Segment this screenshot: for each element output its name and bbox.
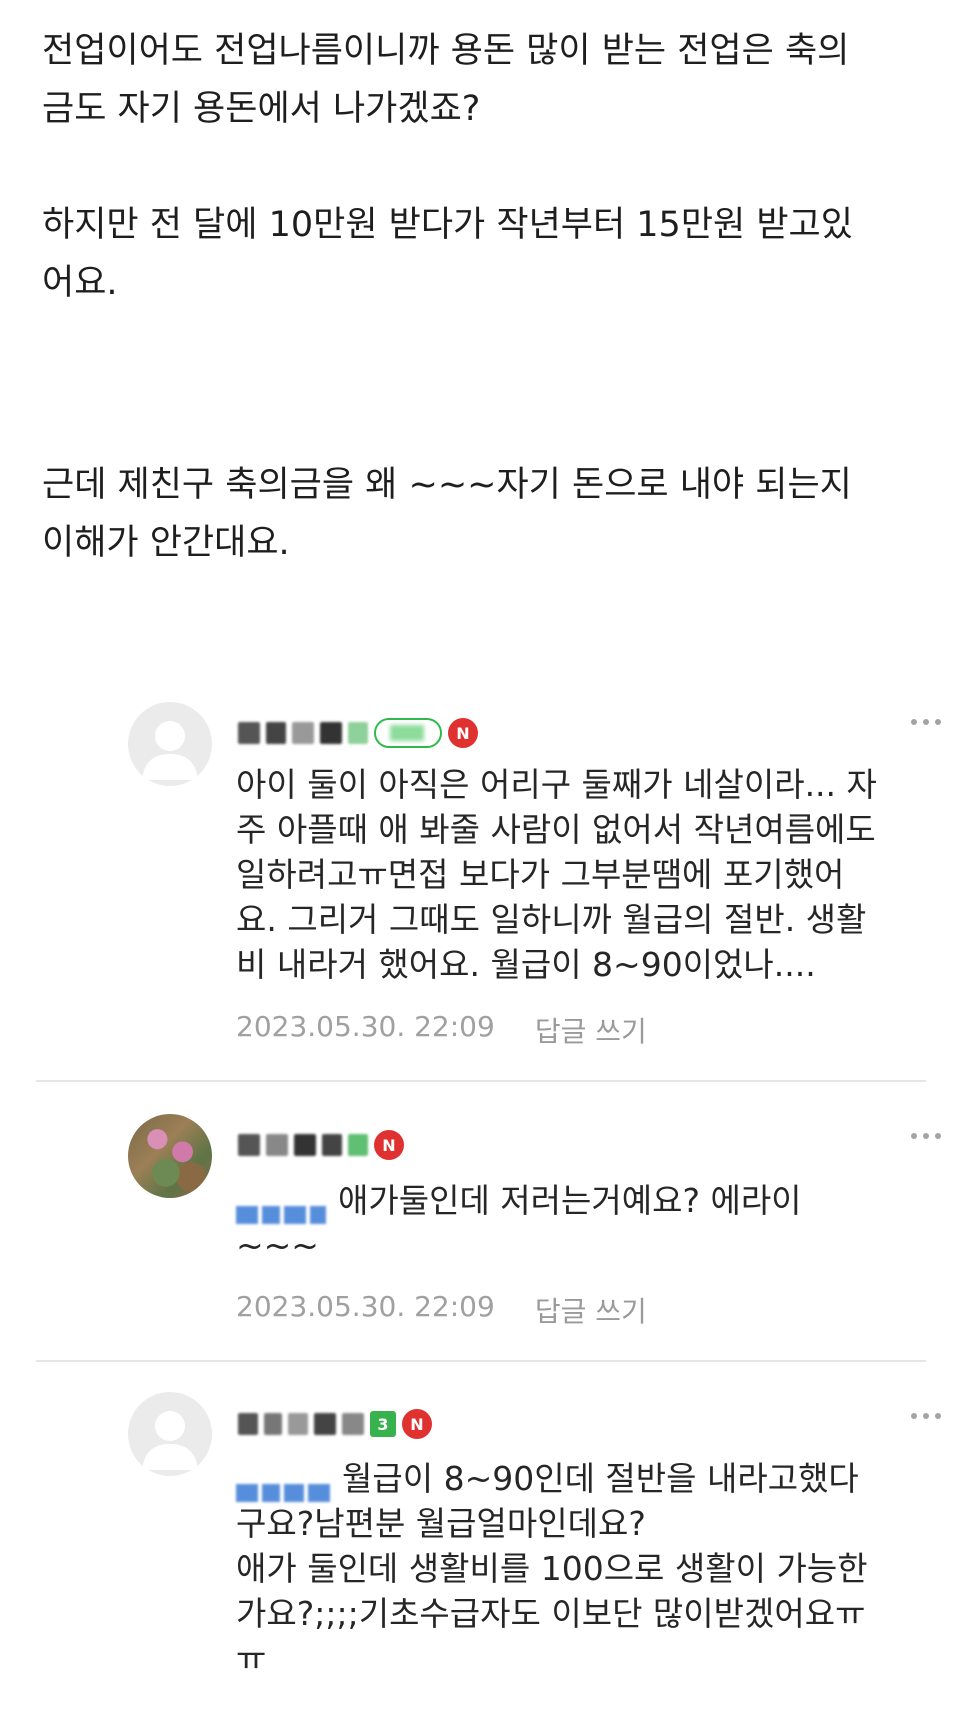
comment-line: 요. 그리거 그때도 일하니까 월급의 절반. 생활	[236, 900, 867, 939]
mention-tag[interactable]	[236, 1469, 334, 1502]
comment-line: 가요?;;;;기초수급자도 이보단 많이받겠어요ㅠ	[236, 1594, 866, 1633]
comment-timestamp: 2023.05.30. 22:09	[236, 1010, 495, 1043]
post-line: 근데 제친구 축의금을 왜 ~~~자기 돈으로 내야 되는지	[42, 465, 852, 505]
author-nickname[interactable]: N	[238, 1125, 404, 1165]
post-line: 금도 자기 용돈에서 나가겠죠?	[42, 89, 481, 129]
new-badge-icon: N	[402, 1409, 432, 1439]
comment-content: 애가둘인데 저러는거예요? 에라이 ~~~	[236, 1178, 802, 1268]
avatar[interactable]	[128, 1114, 212, 1198]
author-nickname[interactable]: 3 N	[238, 1404, 432, 1444]
comment-line: ~~~	[236, 1226, 319, 1265]
comment-content: 아이 둘이 아직은 어리구 둘째가 네살이라... 자 주 아플때 애 봐줄 사…	[236, 762, 877, 987]
comment-divider	[36, 1360, 926, 1362]
member-level-badge: 3	[370, 1411, 396, 1437]
default-avatar-icon[interactable]	[128, 702, 212, 786]
comment-line: 아이 둘이 아직은 어리구 둘째가 네살이라... 자	[236, 765, 877, 804]
comment-content: 월급이 8~90인데 절반을 내라고했다 구요?남편분 월급얼마인데요? 애가 …	[236, 1456, 868, 1681]
author-nickname[interactable]: N	[238, 713, 478, 753]
more-options-icon[interactable]	[906, 712, 946, 732]
more-options-icon[interactable]	[906, 1406, 946, 1426]
comment-line: 일하려고ㅠ면접 보다가 그부분땜에 포기했어	[236, 855, 845, 894]
comment-line: 월급이 8~90인데 절반을 내라고했다	[236, 1456, 868, 1502]
post-line: 이해가 안간대요.	[42, 523, 290, 563]
comment-line: 비 내라거 했어요. 월급이 8~90이었나....	[236, 945, 816, 984]
post-body: 전업이어도 전업나름이니까 용돈 많이 받는 전업은 축의 금도 자기 용돈에서…	[42, 22, 942, 572]
mention-tag[interactable]	[236, 1191, 330, 1224]
post-line: 하지만 전 달에 10만원 받다가 작년부터 15만원 받고있	[42, 205, 853, 245]
comment-line: 구요?남편분 월급얼마인데요?	[236, 1504, 646, 1543]
default-avatar-icon[interactable]	[128, 1392, 212, 1476]
post-line: 어요.	[42, 263, 118, 303]
post-line: 전업이어도 전업나름이니까 용돈 많이 받는 전업은 축의	[42, 31, 850, 71]
comment-line: ㅠ	[236, 1639, 267, 1678]
new-badge-icon: N	[374, 1130, 404, 1160]
new-badge-icon: N	[448, 718, 478, 748]
reply-button[interactable]: 답글 쓰기	[535, 1010, 647, 1050]
more-options-icon[interactable]	[906, 1126, 946, 1146]
comment-line: 애가둘인데 저러는거예요? 에라이	[236, 1178, 802, 1224]
comment-line: 애가 둘인데 생활비를 100으로 생활이 가능한	[236, 1549, 868, 1588]
comment-timestamp: 2023.05.30. 22:09	[236, 1290, 495, 1323]
member-level-badge	[374, 718, 442, 748]
comment-line: 주 아플때 애 봐줄 사람이 없어서 작년여름에도	[236, 810, 876, 849]
reply-button[interactable]: 답글 쓰기	[535, 1290, 647, 1330]
comment-divider	[36, 1080, 926, 1082]
